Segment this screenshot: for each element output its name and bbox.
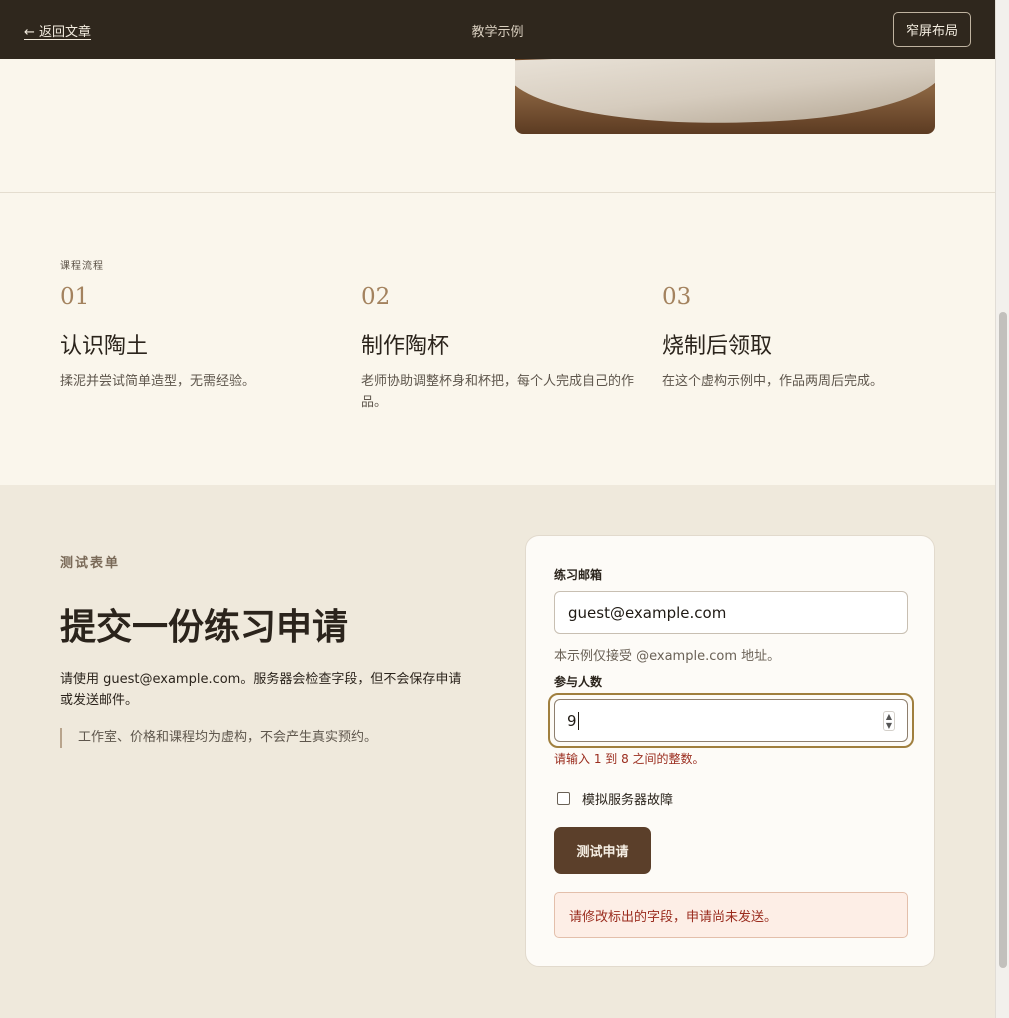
process-step-1: 01 认识陶土 揉泥并尝试简单造型，无需经验。 (60, 284, 340, 392)
top-bar: ← 返回文章 教学示例 窄屏布局 (0, 0, 995, 59)
step-title: 制作陶杯 (361, 334, 450, 359)
spin-down-icon[interactable]: ▼ (884, 721, 894, 730)
step-description: 在这个虚构示例中，作品两周后完成。 (662, 374, 884, 389)
form-heading: 提交一份练习申请 (60, 606, 349, 648)
number-spinner[interactable]: ▲ ▼ (883, 711, 895, 731)
process-step-2: 02 制作陶杯 老师协助调整杯身和杯把，每个人完成自己的作品。 (361, 284, 641, 413)
process-eyebrow: 课程流程 (60, 261, 104, 272)
step-description: 揉泥并尝试简单造型，无需经验。 (60, 374, 256, 389)
hero-image (515, 59, 935, 134)
email-hint: 本示例仅接受 @example.com 地址。 (554, 649, 781, 664)
simulate-failure-checkbox[interactable] (557, 792, 570, 805)
spin-up-icon[interactable]: ▲ (884, 712, 894, 721)
page-title: 教学示例 (471, 25, 524, 40)
hero-section (0, 59, 995, 193)
simulate-failure-option[interactable]: 模拟服务器故障 (557, 789, 673, 808)
test-form-section: 测试表单 提交一份练习申请 请使用 guest@example.com。服务器会… (0, 485, 995, 1018)
count-value: 9 (567, 711, 577, 730)
email-label: 练习邮箱 (554, 568, 603, 582)
step-description: 老师协助调整杯身和杯把，每个人完成自己的作品。 (361, 374, 635, 410)
course-process-section: 课程流程 01 认识陶土 揉泥并尝试简单造型，无需经验。 02 制作陶杯 老师协… (0, 194, 995, 485)
step-number: 03 (662, 284, 692, 310)
step-number: 01 (60, 284, 90, 310)
email-field[interactable]: guest@example.com (554, 591, 908, 634)
scrollbar-thumb[interactable] (999, 312, 1007, 968)
application-form-card: 练习邮箱 guest@example.com 本示例仅接受 @example.c… (525, 535, 935, 967)
checkbox-label: 模拟服务器故障 (582, 793, 674, 808)
participant-count-input[interactable]: 9 ▲ ▼ (554, 699, 908, 742)
step-title: 烧制后领取 (662, 334, 773, 359)
form-eyebrow: 测试表单 (60, 556, 121, 571)
process-step-3: 03 烧制后领取 在这个虚构示例中，作品两周后完成。 (662, 284, 942, 392)
submit-application-button[interactable]: 测试申请 (554, 827, 651, 874)
text-caret (577, 711, 579, 730)
step-number: 02 (361, 284, 391, 310)
step-title: 认识陶土 (60, 334, 149, 359)
cloth-shape (515, 59, 935, 131)
count-label: 参与人数 (554, 675, 603, 689)
count-focus-ring: 9 ▲ ▼ (548, 693, 914, 748)
narrow-layout-button[interactable]: 窄屏布局 (893, 12, 971, 47)
form-note: 工作室、价格和课程均为虚构，不会产生真实预约。 (60, 728, 377, 748)
form-intro: 请使用 guest@example.com。服务器会检查字段，但不会保存申请或发… (60, 672, 462, 708)
form-error-alert: 请修改标出的字段，申请尚未发送。 (554, 892, 908, 938)
count-error-message: 请输入 1 到 8 之间的整数。 (554, 752, 705, 766)
